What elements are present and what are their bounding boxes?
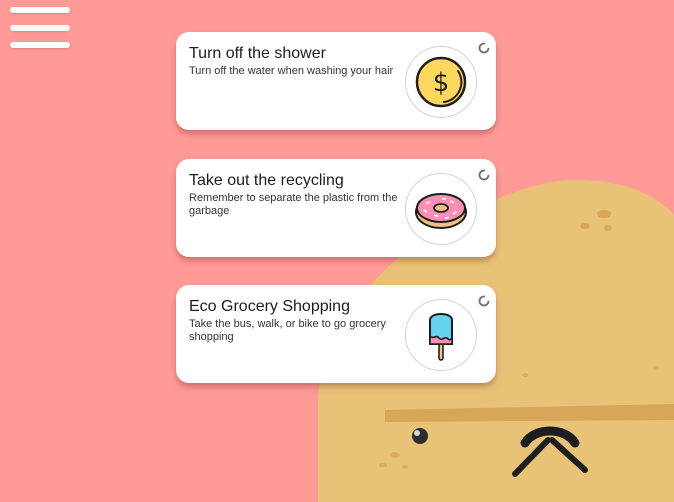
- menu-bar: [10, 42, 70, 48]
- task-card-recycling[interactable]: Take out the recycling Remember to separ…: [176, 159, 496, 257]
- dollar-coin-icon: $: [415, 56, 467, 108]
- task-icon-circle: [405, 299, 477, 371]
- menu-bar: [10, 7, 70, 13]
- task-icon-circle: [405, 173, 477, 245]
- task-title: Turn off the shower: [189, 45, 326, 62]
- task-description: Take the bus, walk, or bike to go grocer…: [189, 318, 386, 343]
- task-description: Turn off the water when washing your hai…: [189, 65, 394, 77]
- svg-text:$: $: [433, 68, 450, 98]
- task-title: Eco Grocery Shopping: [189, 298, 350, 315]
- task-card-grocery[interactable]: Eco Grocery Shopping Take the bus, walk,…: [176, 285, 496, 383]
- task-title: Take out the recycling: [189, 172, 344, 189]
- menu-bar: [10, 25, 70, 31]
- refresh-icon[interactable]: [477, 168, 491, 182]
- task-card-shower[interactable]: Turn off the shower Turn off the water w…: [176, 32, 496, 130]
- hamburger-menu-icon[interactable]: [10, 5, 72, 51]
- task-icon-circle: $: [405, 46, 477, 118]
- donut-icon: [415, 193, 467, 229]
- task-description: Remember to separate the plastic from th…: [189, 192, 398, 217]
- refresh-icon[interactable]: [477, 41, 491, 55]
- popsicle-icon: [429, 313, 453, 361]
- refresh-icon[interactable]: [477, 294, 491, 308]
